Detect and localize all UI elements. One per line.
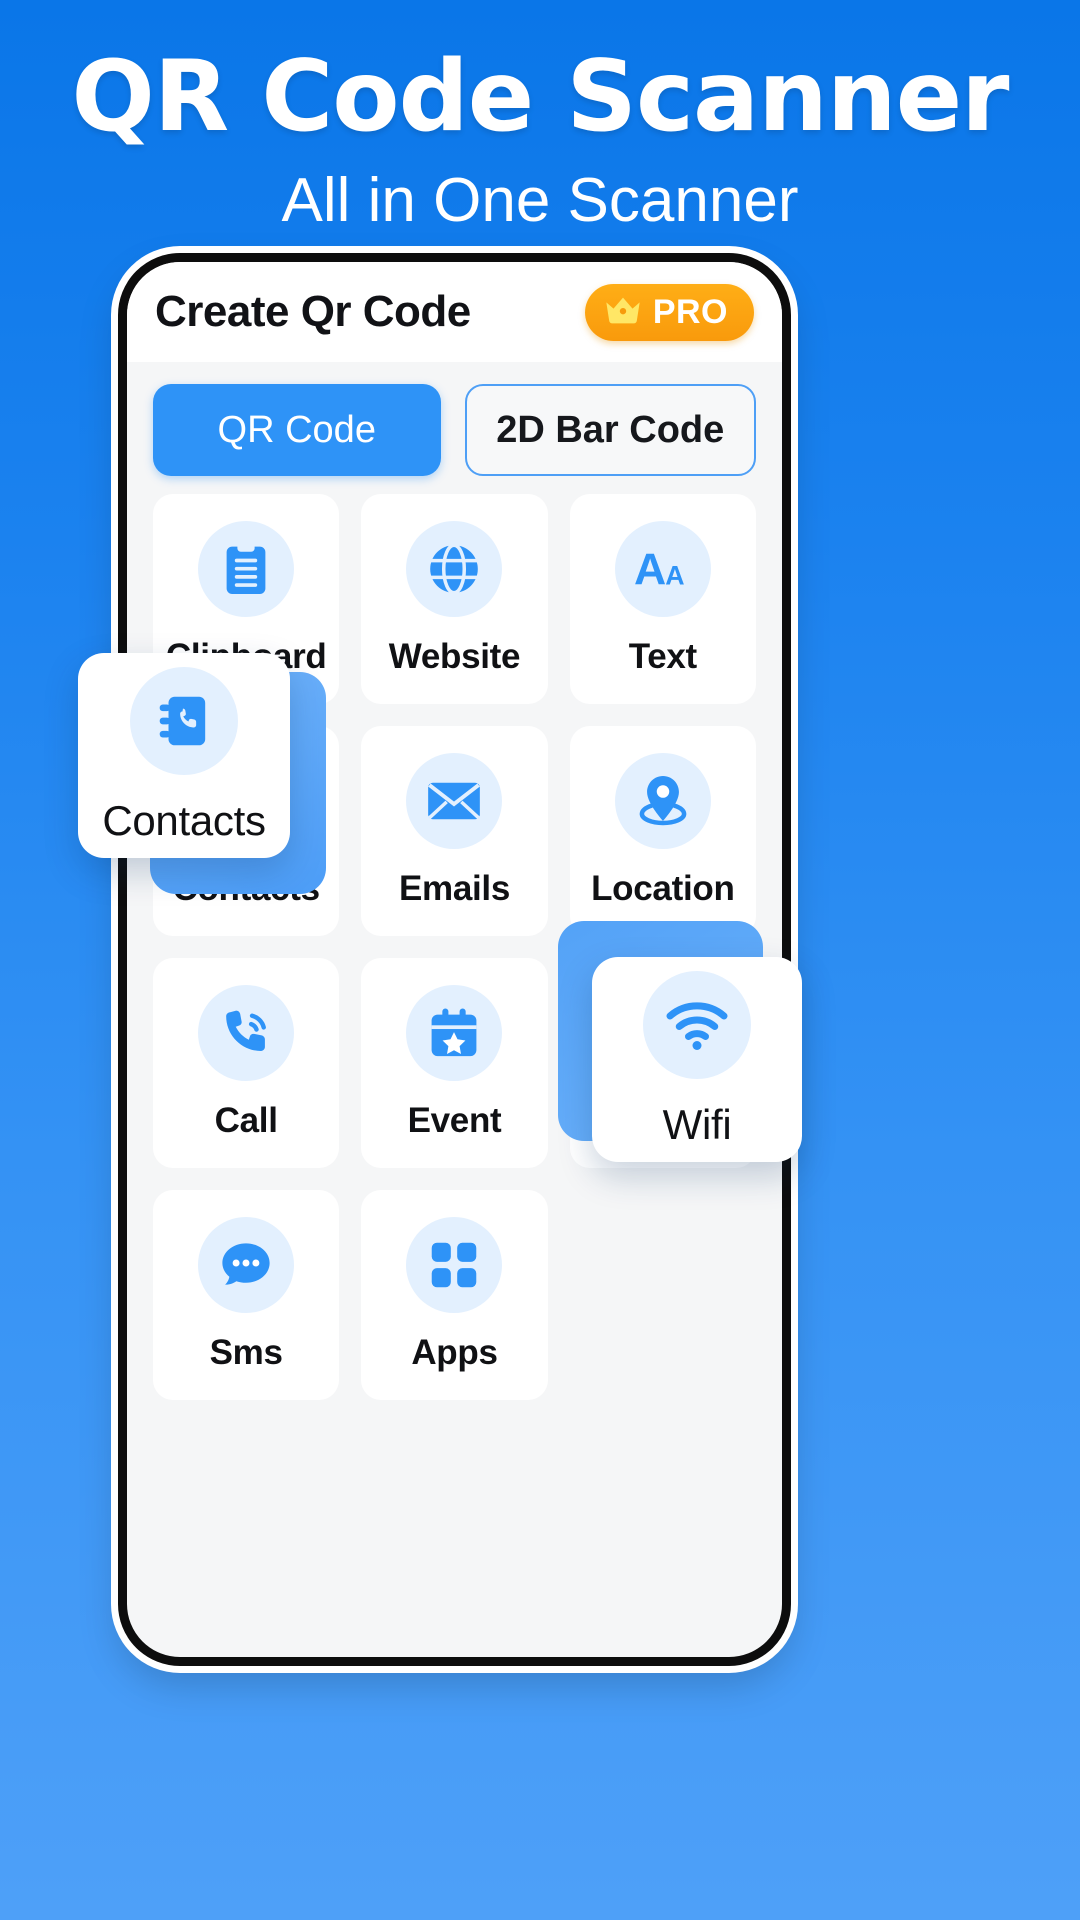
calendar-star-icon (406, 985, 503, 1081)
tab-bar: QR Code 2D Bar Code (127, 362, 782, 494)
tile-website-label: Website (388, 637, 521, 676)
svg-text:A: A (634, 546, 666, 595)
hero-header: QR Code Scanner All in One Scanner (0, 0, 1080, 235)
tile-location-label: Location (591, 869, 735, 908)
tile-text-label: Text (628, 637, 697, 676)
wifi-highlight-label: Wifi (662, 1100, 732, 1148)
contacts-highlight-label: Contacts (102, 796, 266, 844)
tile-call[interactable]: Call (153, 958, 340, 1168)
grid-apps-icon (406, 1217, 503, 1313)
tile-apps-label: Apps (411, 1333, 498, 1372)
phone-call-icon (198, 985, 295, 1081)
clipboard-icon (198, 521, 295, 617)
app-title: Create Qr Code (155, 287, 471, 336)
tile-event[interactable]: Event (361, 958, 548, 1168)
chat-bubble-icon (198, 1217, 295, 1313)
tile-emails[interactable]: Emails (361, 726, 548, 936)
globe-icon (406, 521, 503, 617)
tile-apps[interactable]: Apps (361, 1190, 548, 1400)
text-aa-icon: A A (614, 521, 711, 617)
page-subtitle: All in One Scanner (281, 165, 799, 235)
page-title: QR Code Scanner (71, 40, 1009, 154)
tab-2d-bar-code[interactable]: 2D Bar Code (464, 384, 756, 476)
wifi-highlight-card[interactable]: Wifi (592, 957, 802, 1162)
tile-website[interactable]: Website (361, 494, 548, 704)
app-header: Create Qr Code PRO (127, 262, 782, 362)
tile-location[interactable]: Location (569, 726, 756, 936)
pro-badge[interactable]: PRO (584, 283, 754, 341)
contacts-highlight-card[interactable]: Contacts (78, 653, 290, 858)
envelope-icon (406, 753, 503, 849)
pro-badge-label: PRO (652, 292, 728, 331)
tile-sms[interactable]: Sms (153, 1190, 340, 1400)
contacts-book-icon (130, 666, 238, 775)
wifi-icon (643, 970, 751, 1079)
tab-qr-code[interactable]: QR Code (153, 384, 441, 476)
tile-emails-label: Emails (398, 869, 511, 908)
tile-call-label: Call (214, 1101, 278, 1140)
tile-sms-label: Sms (209, 1333, 283, 1372)
tile-text[interactable]: A A Text (569, 494, 756, 704)
crown-icon (603, 295, 643, 330)
tile-event-label: Event (407, 1101, 502, 1140)
svg-text:A: A (665, 561, 684, 591)
map-pin-icon (614, 753, 711, 849)
tab-2d-bar-code-label: 2D Bar Code (496, 408, 725, 451)
tab-qr-code-label: QR Code (217, 408, 376, 451)
